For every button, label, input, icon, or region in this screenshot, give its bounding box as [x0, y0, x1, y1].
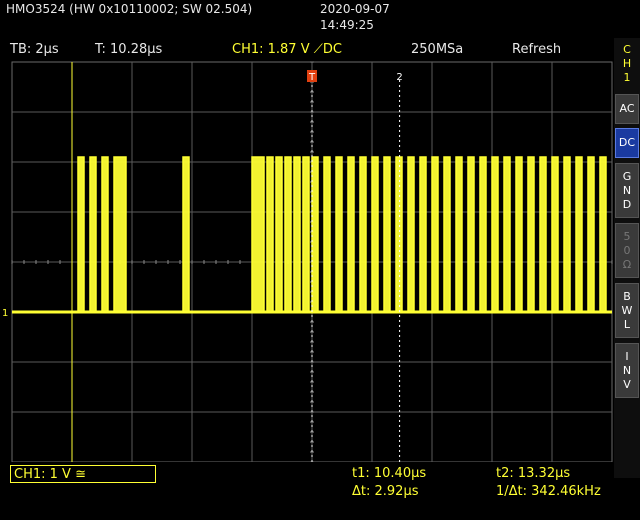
cursor-frequency-readout: 1/Δt: 342.46kHz [496, 484, 601, 499]
trace-pulse [285, 157, 291, 312]
trace-pulse [576, 157, 582, 312]
side-button-bwl[interactable]: BWL [615, 283, 639, 338]
trace-pulse [183, 157, 189, 312]
side-button-50[interactable]: 50Ω [615, 223, 639, 278]
trace-pulse [294, 157, 300, 312]
trace-pulse [384, 157, 390, 312]
trace-pulse [303, 157, 309, 312]
channel-side-menu: C H 1 AC DC G N D 5 0 Ω B W L I N V [614, 38, 640, 478]
trace-pulse [372, 157, 378, 312]
bottom-readout-bar: CH1: 1 V ≅ t1: 10.40µs Δt: 2.92µs t2: 13… [0, 462, 614, 520]
acquisition-mode-readout[interactable]: Refresh [512, 42, 561, 57]
side-button-dc[interactable]: DC [615, 128, 639, 158]
trace-pulse [468, 157, 474, 312]
ch1-ground-marker[interactable]: 1 [2, 308, 8, 319]
date-display: 2020-09-07 [320, 2, 390, 16]
cursor-t1-readout: t1: 10.40µs [352, 466, 427, 481]
trigger-time-readout[interactable]: T: 10.28µs [95, 42, 162, 57]
trace-pulse [360, 157, 366, 312]
trace-pulse [444, 157, 450, 312]
trace-pulse [456, 157, 462, 312]
trace-pulse [276, 157, 282, 312]
trace-pulse [540, 157, 546, 312]
status-bar: TB: 2µs T: 10.28µs CH1: 1.87 V ⟋DC 250MS… [0, 38, 614, 60]
trace-pulse [408, 157, 414, 312]
trace-pulse [78, 157, 84, 312]
trace-pulse [552, 157, 558, 312]
instrument-model: HMO3524 (HW 0x10110002; SW 02.504) [6, 2, 253, 16]
trace-pulse [336, 157, 342, 312]
waveform-display[interactable]: T 2 1 [0, 60, 614, 462]
trace-pulse [432, 157, 438, 312]
channel-trigger-readout[interactable]: CH1: 1.87 V ⟋DC [232, 42, 342, 57]
cursor-t2-readout: t2: 13.32µs [496, 466, 571, 481]
trace-pulse [90, 157, 96, 312]
trace-pulse [600, 157, 606, 312]
side-menu-title: CH1 [622, 43, 632, 84]
trace-pulse [102, 157, 108, 312]
trace-pulse [396, 157, 402, 312]
side-button-ac[interactable]: AC [615, 94, 639, 124]
trace-pulse [324, 157, 330, 312]
ch1-scale-box[interactable]: CH1: 1 V ≅ [10, 465, 156, 483]
trace-pulse [420, 157, 426, 312]
trace-pulse [492, 157, 498, 312]
cursor2-label: 2 [396, 72, 402, 83]
trace-pulse [564, 157, 570, 312]
trace-pulse [252, 157, 264, 312]
cursor-delta-readout: Δt: 2.92µs [352, 484, 419, 499]
trace-pulse [504, 157, 510, 312]
trace-pulse [267, 157, 273, 312]
sample-rate-readout: 250MSa [411, 42, 464, 57]
timebase-readout[interactable]: TB: 2µs [10, 42, 59, 57]
trace-pulse [528, 157, 534, 312]
trace-pulse [312, 157, 318, 312]
side-button-inv[interactable]: INV [615, 343, 639, 398]
trigger-marker-label: T [308, 72, 316, 83]
side-button-gnd[interactable]: GND [615, 163, 639, 218]
trace-pulse [114, 157, 126, 312]
trace-pulse [480, 157, 486, 312]
time-display: 14:49:25 [320, 18, 374, 32]
trace-pulse [588, 157, 594, 312]
trace-pulse [516, 157, 522, 312]
trace-pulse [348, 157, 354, 312]
